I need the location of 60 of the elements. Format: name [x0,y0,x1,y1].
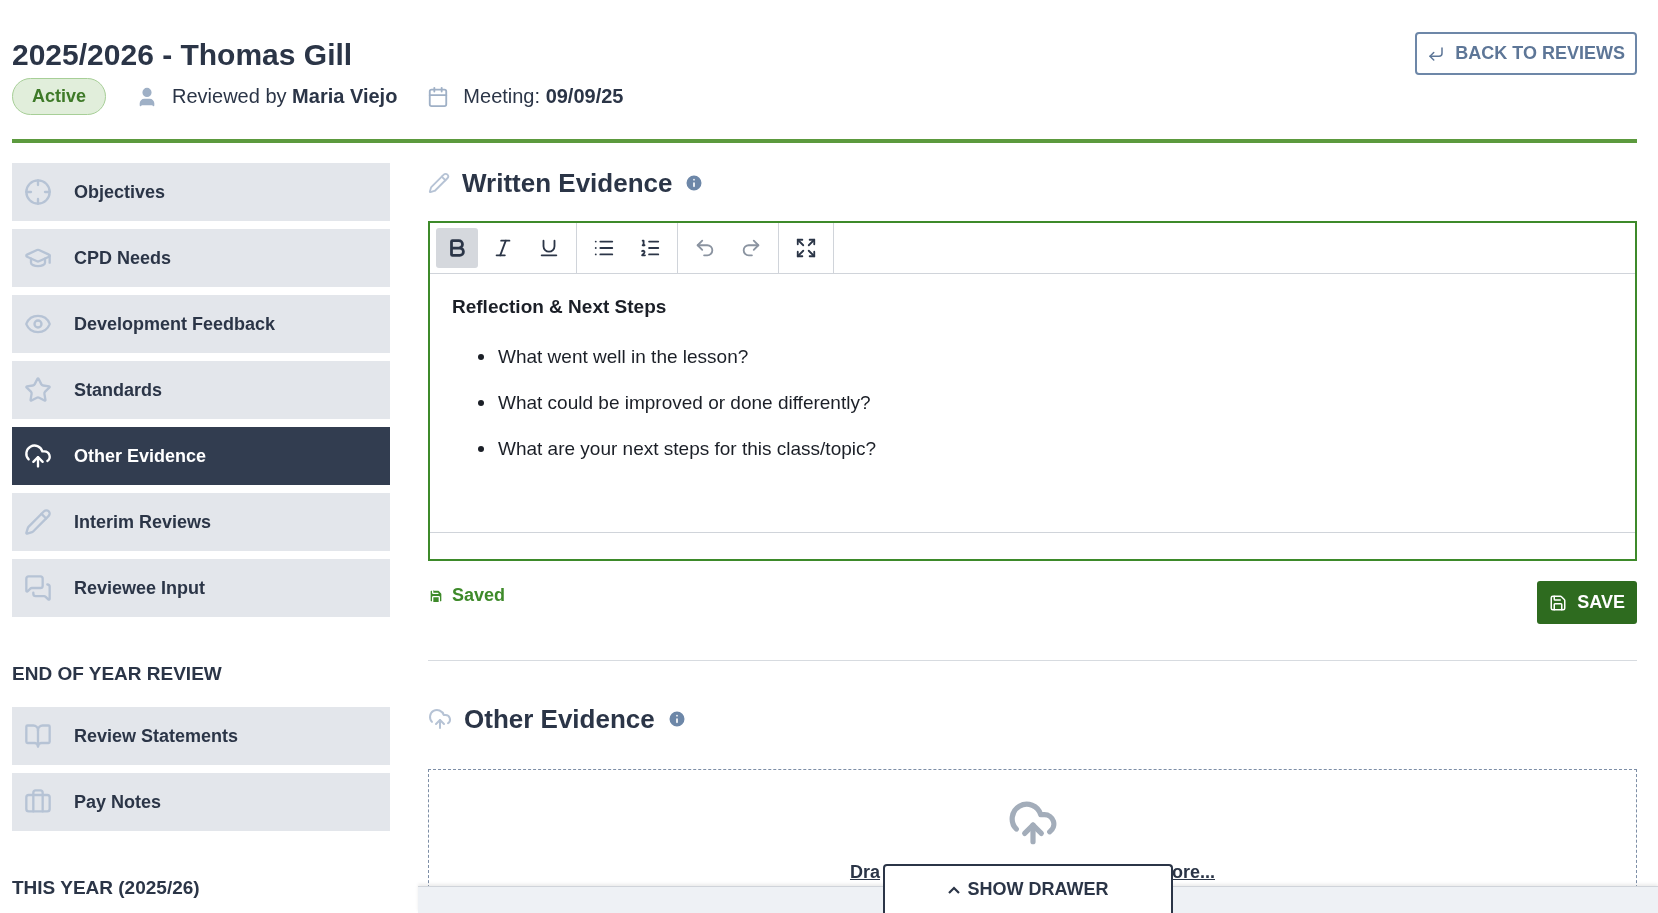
briefcase-icon [24,788,52,816]
sidebar-item[interactable]: Standards [12,361,390,419]
save-button[interactable]: SAVE [1537,581,1637,624]
upload-link[interactable]: Dra [850,862,880,883]
bold-button[interactable] [436,228,478,268]
undo-icon [694,237,716,259]
sidebar-item[interactable]: Review Statements [12,707,390,765]
show-drawer-button[interactable]: SHOW DRAWER [883,864,1173,913]
editor-heading: Reflection & Next Steps [452,296,668,318]
saved-status: Saved [428,585,506,606]
section-heading: END OF YEAR REVIEW [12,663,223,685]
section-title: Written Evidence [462,167,673,199]
sidebar-item-label: Other Evidence [74,445,207,467]
sidebar-item-label: Pay Notes [74,791,162,813]
info-icon[interactable] [666,709,687,729]
cloud-upload-icon [24,442,52,470]
numbered-list-icon [639,237,661,259]
upload-link[interactable]: ore... [1172,862,1215,883]
pencil-icon [24,508,52,536]
bullet-icon [478,446,484,452]
cloud-upload-icon [428,707,452,731]
fullscreen-icon [795,237,817,259]
info-icon[interactable] [684,173,705,193]
star-icon [24,376,52,404]
bullet-icon [478,354,484,360]
page-title: 2025/2026 - Thomas Gill [12,38,354,72]
chat-bubbles-icon [24,574,52,602]
redo-icon [740,237,762,259]
sidebar-item-label: Review Statements [74,725,239,747]
section-heading: THIS YEAR (2025/26) [12,877,201,899]
reviewer-text: Reviewed by Maria Viejo [172,85,398,108]
sidebar-item[interactable]: Pay Notes [12,773,390,831]
underline-icon [538,237,560,259]
bullet-text: What could be improved or done differently? [498,392,871,414]
sidebar-item-label: Standards [74,379,163,401]
sidebar-item-label: Development Feedback [74,313,276,335]
rich-text-editor[interactable]: Reflection & Next Steps What went well in the lesson? What could be improved or done differently? What are your next steps for this class/topic? [428,221,1637,561]
book-icon [24,722,52,750]
sidebar-item[interactable]: Interim Reviews [12,493,390,551]
section-title: Other Evidence [464,703,655,735]
chevron-up-icon [947,885,960,894]
bullet-text: What are your next steps for this class/topic? [498,438,877,460]
sidebar-item[interactable]: Reviewee Input [12,559,390,617]
bullet-text: What went well in the lesson? [498,346,749,368]
back-to-reviews-button[interactable]: BACK TO REVIEWS [1415,32,1637,75]
return-arrow-icon [1427,44,1446,63]
meeting-text: Meeting: 09/09/25 [463,85,624,108]
sidebar-item[interactable]: Other Evidence [12,427,390,485]
sidebar-item-label: Objectives [74,181,166,203]
calendar-icon [427,85,450,108]
sidebar-item-label: Reviewee Input [74,577,206,599]
sidebar-item[interactable]: CPD Needs [12,229,390,287]
crosshair-icon [24,178,52,206]
status-badge: Active [12,78,107,115]
sidebar-item[interactable]: Objectives [12,163,390,221]
bullet-icon [478,400,484,406]
sidebar-item-label: CPD Needs [74,247,172,269]
pencil-icon [428,172,450,194]
sidebar-item[interactable]: Development Feedback [12,295,390,353]
sidebar-item-label: Interim Reviews [74,511,212,533]
